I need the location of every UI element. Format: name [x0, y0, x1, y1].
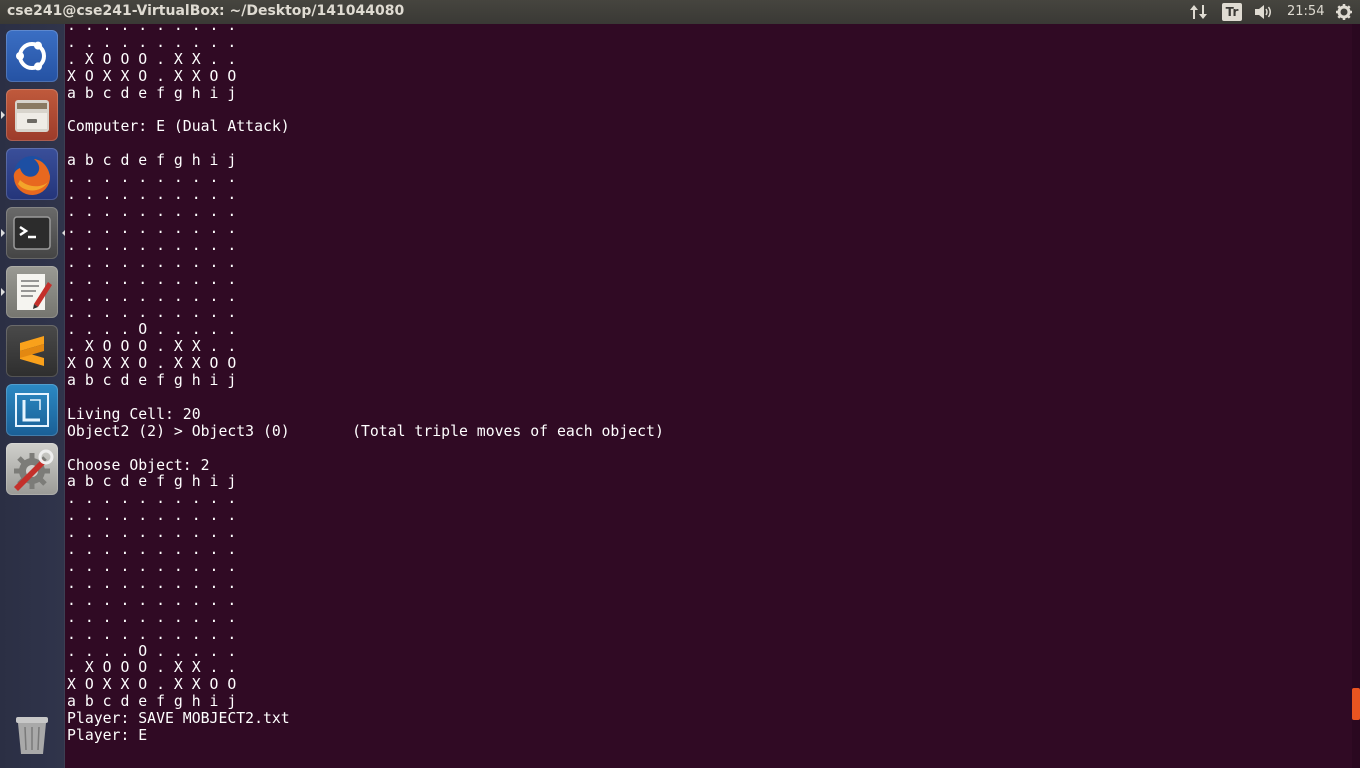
window-title: cse241@cse241-VirtualBox: ~/Desktop/1410…: [7, 3, 405, 19]
screenshot-icon: [15, 393, 49, 427]
launcher-files[interactable]: [1, 89, 58, 141]
terminal-line: . . . . . . . . . .: [67, 574, 237, 592]
terminal-line: . . . . . . . . . .: [67, 490, 237, 508]
launcher-system-settings[interactable]: [6, 443, 58, 495]
launcher-trash[interactable]: [6, 708, 58, 760]
terminal-line: . . . . . . . . . .: [67, 236, 237, 254]
terminal-line: . . . . . . . . . .: [67, 33, 237, 51]
terminal-line: . X O O O . X X . .: [67, 338, 237, 356]
terminal-line: X O X X O . X X O O: [67, 355, 237, 373]
terminal-line: . . . . . . . . . .: [67, 507, 237, 525]
terminal-line: a b c d e f g h i j: [67, 152, 237, 170]
updown-arrows-icon[interactable]: [1188, 2, 1210, 22]
running-indicator: [1, 229, 5, 237]
terminal-line: . . . . . . . . . .: [67, 169, 237, 187]
terminal-scrollbar[interactable]: [1352, 24, 1360, 768]
running-indicator: [1, 111, 5, 119]
terminal-line: . . . . . . . . . .: [67, 304, 237, 322]
terminal-output[interactable]: . . . . . . . . . .. . . . . . . . . .. …: [67, 24, 664, 745]
terminal-line: Object2 (2) > Object3 (0) (Total triple …: [67, 422, 664, 440]
top-panel: cse241@cse241-VirtualBox: ~/Desktop/1410…: [0, 0, 1360, 24]
launcher-ubuntu-dash[interactable]: [6, 30, 58, 82]
terminal-line: Living Cell: 20: [67, 405, 201, 423]
sublime-text-icon: [20, 336, 44, 366]
terminal-line: Player: SAVE MOBJECT2.txt: [67, 710, 290, 728]
terminal-line: . . . . . . . . . .: [67, 253, 237, 271]
launcher-screenshot[interactable]: [6, 384, 58, 436]
terminal-line: . . . . O . . . . .: [67, 642, 237, 660]
terminal-line: a b c d e f g h i j: [67, 372, 237, 390]
terminal-line: . . . . . . . . . .: [67, 625, 237, 643]
terminal-line: Choose Object: 2: [67, 456, 210, 474]
terminal-line: . . . . . . . . . .: [67, 186, 237, 204]
keyboard-layout-indicator[interactable]: Tr: [1222, 3, 1242, 21]
terminal-line: a b c d e f g h i j: [67, 473, 237, 491]
terminal-line: . . . . . . . . . .: [67, 270, 237, 288]
terminal-line: X O X X O . X X O O: [67, 67, 237, 85]
firefox-icon: [13, 156, 51, 196]
terminal-line: . . . . O . . . . .: [67, 321, 237, 339]
terminal-line: . . . . . . . . . .: [67, 202, 237, 220]
terminal-line: Computer: E (Dual Attack): [67, 118, 290, 136]
terminal-line: . . . . . . . . . .: [67, 219, 237, 237]
launcher-sublime-text[interactable]: [6, 325, 58, 377]
terminal-line: a b c d e f g h i j: [67, 693, 237, 711]
clock[interactable]: 21:54: [1287, 4, 1324, 24]
speaker-icon[interactable]: [1253, 2, 1275, 22]
wrench-gear-icon: [14, 449, 54, 491]
terminal-window[interactable]: . . . . . . . . . .. . . . . . . . . .. …: [65, 24, 1352, 768]
terminal-line: a b c d e f g h i j: [67, 84, 237, 102]
gear-icon[interactable]: [1335, 2, 1353, 22]
terminal-line: . . . . . . . . . .: [67, 524, 237, 542]
running-indicator: [1, 288, 5, 296]
terminal-line: . . . . . . . . . .: [67, 287, 237, 305]
text-editor-icon: [17, 274, 52, 310]
trash-icon: [16, 717, 48, 754]
terminal-line: X O X X O . X X O O: [67, 676, 237, 694]
terminal-line: . . . . . . . . . .: [67, 541, 237, 559]
terminal-line: . . . . . . . . . .: [67, 591, 237, 609]
launcher-firefox[interactable]: [6, 148, 58, 200]
scrollbar-thumb[interactable]: [1352, 688, 1360, 720]
launcher-terminal[interactable]: [1, 207, 66, 259]
terminal-icon: [13, 216, 51, 250]
terminal-line: Player: E: [67, 727, 148, 745]
terminal-line: . X O O O . X X . .: [67, 659, 237, 677]
launcher-text-editor[interactable]: [1, 266, 58, 318]
launcher: [0, 24, 66, 768]
terminal-line: . . . . . . . . . .: [67, 608, 237, 626]
terminal-line: . X O O O . X X . .: [67, 50, 237, 68]
file-cabinet-icon: [15, 100, 49, 132]
terminal-line: . . . . . . . . . .: [67, 558, 237, 575]
ubuntu-logo-icon: [16, 41, 46, 71]
